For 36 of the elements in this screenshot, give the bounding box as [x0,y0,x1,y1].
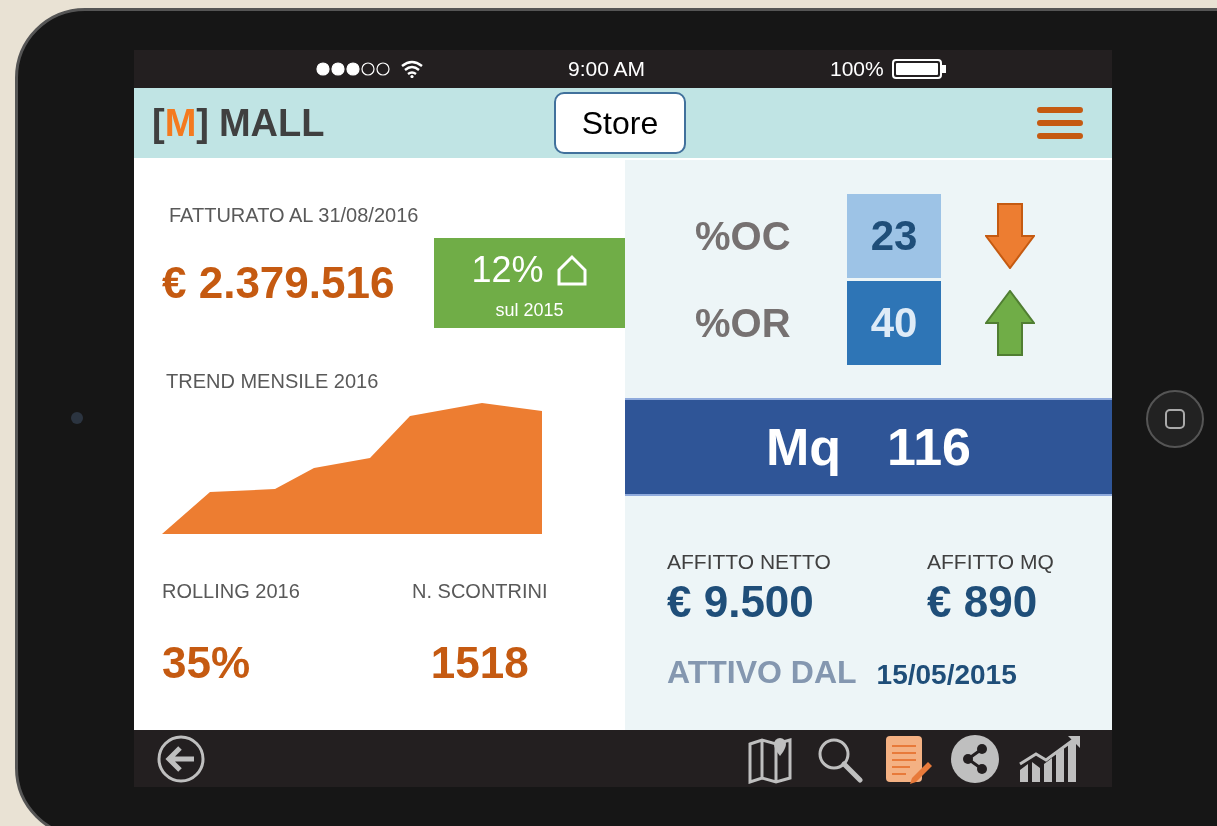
area-value: 116 [887,417,971,478]
rent-value: € 890 [927,577,1039,626]
change-note: sul 2015 [495,298,564,322]
house-icon [555,253,588,286]
logo-name: MALL [218,100,325,146]
store-button[interactable]: Store [554,92,686,154]
revenue-value: € 2.379.516 [162,257,396,309]
status-time: 9:00 AM [568,56,647,83]
area-label: Mq [766,417,842,478]
battery-icon [891,59,948,79]
menu-icon[interactable] [1036,105,1084,141]
bar-chart-trend-icon[interactable] [1018,733,1082,784]
wifi-icon [400,60,424,78]
trend-label: TREND MENSILE 2016 [165,369,380,394]
rent-label: AFFITTO MQ [927,549,1054,575]
active-since-label: ATTIVO DAL [667,652,857,692]
indicator-label: %OC [695,212,792,260]
rent-value: € 9.500 [667,577,815,626]
signal-icon [316,62,390,76]
revenue-label: FATTURATO AL 31/08/2016 [168,203,420,228]
indicator-value: 23 [847,193,941,278]
logo-letter: M [164,100,197,146]
stat-label: ROLLING 2016 [162,579,301,604]
logo-bracket: ] [196,100,209,146]
stat-label: N. SCONTRINI [412,579,548,604]
indicator-label: %OR [695,299,792,347]
rent-label: AFFITTO NETTO [667,549,832,575]
share-icon[interactable] [950,733,1000,784]
indicator-value: 40 [847,280,941,365]
battery-percent: 100% [830,56,884,83]
change-percent: 12% [471,247,544,292]
active-since-date: 15/05/2015 [876,657,1017,692]
stat-value: 1518 [430,637,529,689]
stat-value: 35% [162,637,252,689]
square-icon [1165,409,1185,429]
logo-bracket: [ [152,100,165,146]
